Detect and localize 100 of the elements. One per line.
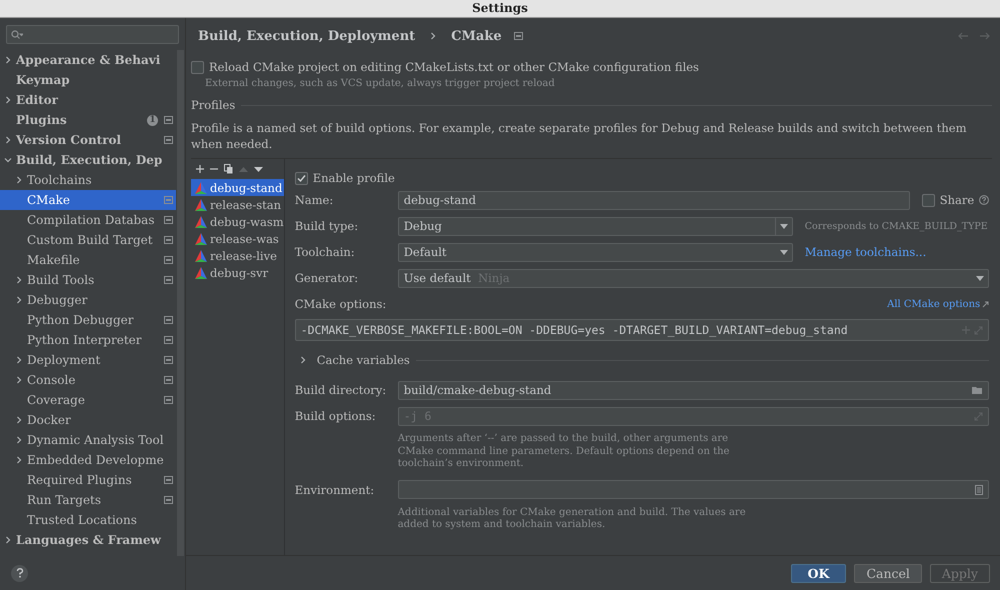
field-label: Generator: [294,271,360,285]
settings-tree-item[interactable]: Compilation Databas [0,210,176,230]
checkbox[interactable] [294,172,308,184]
chevron-right-icon[interactable] [15,416,23,424]
chevron-right-icon[interactable] [4,96,12,104]
settings-tree-item[interactable]: Plugins 1 [0,110,176,130]
field-label: Environment: [294,482,376,496]
project-icon [514,32,523,40]
triangle-icon [195,232,207,244]
settings-tree-item[interactable]: Debugger [0,290,176,310]
chevron-down-icon[interactable] [4,156,12,164]
dialog-button[interactable]: Cancel [854,564,922,582]
search-field[interactable] [6,25,179,44]
settings-tree-item[interactable]: Trusted Locations [0,510,176,530]
settings-tree-item[interactable]: Console [0,370,176,390]
chevron-right-icon[interactable] [298,356,307,364]
manage-toolchains-link[interactable]: Manage toolchains... [804,245,926,259]
caret-down-icon[interactable] [780,224,788,228]
field-label: Build type: [294,219,360,233]
settings-tree-item[interactable]: Keymap [0,70,176,90]
dialog-button[interactable]: OK [790,564,846,582]
description-text: Profile is a named set of build options. For example, create separate profiles for Debug and Release builds and switch between them when needed. [191,120,968,152]
settings-tree-item[interactable]: Run Targets [0,490,176,510]
name-field[interactable]: debug-stand [398,190,910,210]
window-title: Settings [0,0,1000,18]
profile-item[interactable]: debug-stand [191,179,284,196]
hint-text: Arguments after ‘--’ are passed to the build, other arguments are CMake command line parameters. Default options depend on the toolchain’s environment. [398,433,730,470]
breadcrumb-item: CMake [451,28,502,44]
help-icon[interactable] [11,564,28,582]
triangle-icon [195,266,207,278]
breadcrumb-item: Build, Execution, Deployment [198,28,416,44]
profile-item[interactable]: debug-svr [191,264,284,281]
chevron-right-icon[interactable] [15,276,23,284]
chevron-right-icon[interactable] [429,32,438,40]
chevron-right-icon[interactable] [15,436,23,444]
toolchain-dropdown[interactable]: Default [398,242,793,262]
document-icon[interactable] [975,484,984,494]
settings-tree-item[interactable]: Editor [0,90,176,110]
section-title[interactable]: Cache variables [316,353,410,367]
environment-field[interactable] [398,480,990,499]
settings-tree-item[interactable]: Toolchains [0,170,176,190]
chevron-right-icon[interactable] [15,296,23,304]
settings-tree-item[interactable]: Coverage [0,390,176,410]
settings-tree-item[interactable]: Python Interpreter [0,330,176,350]
chevron-right-icon[interactable] [4,536,12,544]
folder-icon[interactable] [972,386,984,394]
hint-text: Additional variables for CMake generation and build. The values are added to system and toolchain variables. [398,506,747,532]
section-title: Profiles [191,98,236,112]
settings-tree-item[interactable]: Makefile [0,250,176,270]
chevron-right-icon[interactable] [15,356,23,364]
build-directory-field[interactable]: build/cmake-debug-stand [398,380,990,400]
search-icon [11,30,23,40]
field-label: CMake options: [294,297,386,311]
settings-tree-item[interactable]: Docker [0,410,176,430]
all-cmake-options-link[interactable]: All CMake options [887,298,980,310]
checkbox-label: Share [940,193,974,207]
settings-tree-item[interactable]: Embedded Developme [0,450,176,470]
chevron-right-icon[interactable] [15,456,23,464]
checkbox[interactable] [191,60,204,74]
checkbox[interactable] [922,194,935,206]
profile-item[interactable]: release-was [191,230,284,247]
caret-down-icon[interactable] [976,276,984,280]
settings-tree-item[interactable]: Python Debugger [0,310,176,330]
move-down-icon[interactable] [254,166,263,172]
settings-tree-item[interactable]: Dynamic Analysis Tool [0,430,176,450]
field-label: Toolchain: [294,245,356,259]
settings-tree-item[interactable]: Appearance & Behavi [0,50,176,70]
field-label: Build options: [294,409,377,423]
checkbox-label: Reload CMake project on editing CMakeLists.txt or other CMake configuration files [209,60,699,74]
settings-tree-item[interactable]: Deployment [0,350,176,370]
triangle-icon [195,250,207,262]
field-label: Build directory: [294,383,388,397]
settings-tree-item[interactable]: CMake [0,190,176,210]
hint-text: Corresponds to CMAKE_BUILD_TYPE [804,220,988,232]
hint-text: External changes, such as VCS update, always trigger project reload [205,78,556,89]
chevron-right-icon[interactable] [4,136,12,144]
scrollbar[interactable] [177,50,184,556]
chevron-right-icon[interactable] [15,176,23,184]
triangle-icon [195,198,207,210]
info-badge: 1 [147,114,158,126]
settings-tree-item[interactable]: Version Control [0,130,176,150]
checkbox-label: Enable profile [312,171,395,185]
profile-item[interactable]: debug-wasm [191,213,284,230]
settings-tree-item[interactable]: Build, Execution, Dep [0,150,176,170]
chevron-right-icon[interactable] [15,376,23,384]
copy-icon[interactable] [224,164,233,174]
caret-down-icon[interactable] [780,250,788,254]
settings-tree-item[interactable]: Languages & Framew [0,530,176,550]
build-type-dropdown[interactable]: Debug [398,216,793,236]
settings-tree-item[interactable]: Custom Build Target [0,230,176,250]
help-icon[interactable] [979,195,990,205]
external-arrow-icon [982,300,990,308]
profile-item[interactable]: release-stan [191,196,284,213]
profile-item[interactable]: release-live [191,247,284,264]
triangle-icon [195,216,207,228]
field-label: Name: [294,193,334,207]
chevron-right-icon[interactable] [4,56,12,64]
settings-tree-item[interactable]: Required Plugins [0,470,176,490]
settings-tree-item[interactable]: Build Tools [0,270,176,290]
add-icon[interactable] [196,165,204,173]
